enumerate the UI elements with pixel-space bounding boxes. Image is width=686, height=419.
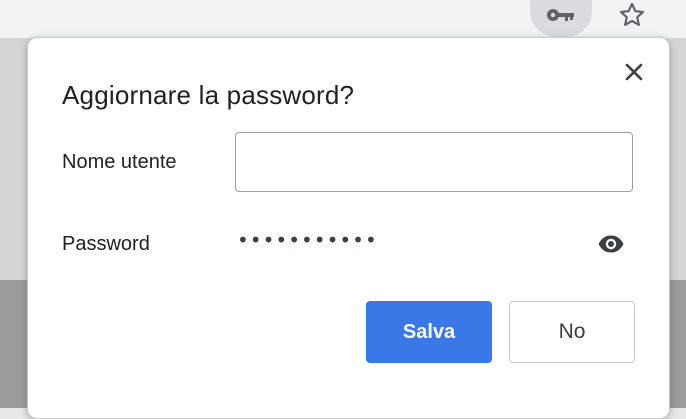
eye-icon: [598, 235, 624, 253]
password-key-button[interactable]: [530, 0, 592, 37]
save-button[interactable]: Salva: [366, 301, 492, 363]
show-password-button[interactable]: [596, 232, 626, 256]
username-label: Nome utente: [62, 151, 177, 173]
browser-toolbar: [0, 0, 686, 38]
update-password-dialog: Aggiornare la password? Nome utente Pass…: [27, 37, 670, 419]
dialog-title: Aggiornare la password?: [62, 80, 355, 110]
close-icon: [625, 63, 643, 81]
no-button[interactable]: No: [509, 301, 635, 363]
password-label: Password: [62, 233, 150, 255]
username-input[interactable]: [235, 132, 633, 192]
star-icon: [619, 2, 645, 26]
bookmark-star-button[interactable]: [604, 0, 660, 37]
close-button[interactable]: [620, 58, 648, 86]
key-icon: [547, 9, 574, 21]
password-value: •••••••••••: [237, 228, 378, 252]
